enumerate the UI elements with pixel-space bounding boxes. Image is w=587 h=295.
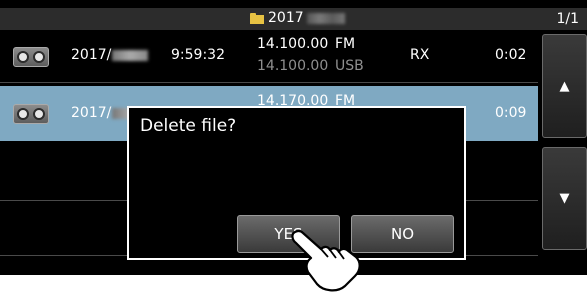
- scroll-up-button[interactable]: ▲: [542, 34, 587, 138]
- redacted-area: [306, 12, 345, 24]
- file-mode-sub: USB: [335, 58, 364, 74]
- reel-icon: [32, 108, 45, 120]
- file-type: RX: [410, 47, 430, 63]
- triangle-up-icon: ▲: [559, 78, 570, 94]
- file-duration: 0:09: [495, 105, 527, 121]
- folder-title-text: 2017: [268, 10, 304, 26]
- scroll-down-button[interactable]: ▼: [542, 147, 587, 250]
- folder-icon: [250, 12, 264, 24]
- file-row[interactable]: 2017/ 9:59:32 14.100.00 FM 14.100.00 USB…: [0, 30, 538, 82]
- folder-title: 2017: [250, 10, 345, 26]
- title-bar: 2017 1/1: [0, 8, 587, 30]
- file-frequency-sub: 14.100.00: [257, 58, 329, 74]
- file-mode: FM: [335, 36, 356, 52]
- tape-icon: [13, 104, 49, 124]
- reel-icon: [17, 51, 30, 63]
- hand-pointer-icon: [291, 229, 361, 292]
- dialog-message: Delete file?: [140, 116, 237, 136]
- redacted-date: [112, 49, 149, 61]
- file-frequency: 14.100.00: [257, 36, 329, 52]
- file-time: 9:59:32: [171, 47, 225, 63]
- reel-icon: [32, 51, 45, 63]
- file-date: 2017/: [71, 47, 149, 63]
- no-label: NO: [390, 225, 415, 243]
- tape-icon: [13, 47, 49, 67]
- reel-icon: [17, 108, 30, 120]
- triangle-down-icon: ▼: [559, 191, 570, 206]
- row-divider: [0, 82, 538, 83]
- file-duration: 0:02: [495, 47, 527, 63]
- page-indicator: 1/1: [556, 11, 579, 27]
